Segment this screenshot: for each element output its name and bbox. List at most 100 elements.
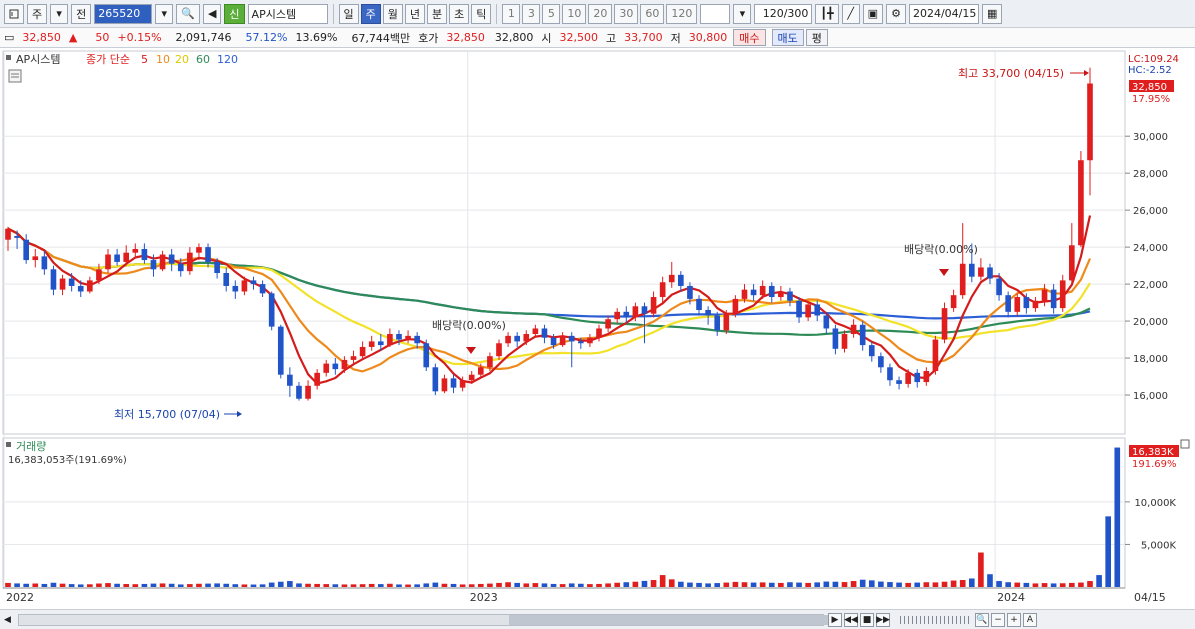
volume-bar (1050, 583, 1057, 587)
price-tick-label: 20,000 (1133, 317, 1168, 328)
chart-toggle-icon[interactable]: ▭ (0, 31, 18, 44)
candle-body (432, 367, 439, 392)
candle-body (514, 335, 520, 342)
candle-body (723, 313, 730, 331)
candle-body (314, 372, 320, 386)
buy-button[interactable]: 매수 (733, 29, 766, 46)
candle-type-icon[interactable]: ┃╋ (815, 3, 839, 24)
scroll-thumb[interactable] (509, 614, 839, 625)
period-tab-1[interactable]: 주 (360, 3, 381, 24)
volume-bar (841, 582, 848, 587)
candle-body (1078, 160, 1084, 246)
candle-body (559, 335, 566, 346)
period-tab-0[interactable]: 일 (338, 3, 359, 24)
volume-bar (514, 582, 520, 587)
close-pane-icon[interactable] (1180, 439, 1190, 449)
zoom-search-icon[interactable]: 🔍 (975, 612, 989, 627)
scroll-track[interactable] (18, 613, 839, 626)
count-button-1[interactable]: 1 (502, 3, 521, 24)
zoom-out-icon[interactable]: − (991, 612, 1005, 627)
candle-body (441, 378, 448, 392)
line-draw-icon[interactable]: ╱ (841, 3, 860, 24)
volume-bar (396, 584, 402, 587)
font-size-icon[interactable]: A (1023, 612, 1037, 627)
calendar-icon[interactable]: ▦ (981, 3, 1003, 24)
count-button-120[interactable]: 120 (666, 3, 698, 24)
volume-bar (641, 580, 648, 587)
zoom-in-icon[interactable]: + (1007, 612, 1021, 627)
period-tab-5[interactable]: 초 (449, 3, 470, 24)
count-dropdown-icon[interactable]: ▾ (733, 3, 752, 24)
search-icon[interactable]: 🔍 (176, 3, 200, 24)
period-tab-2[interactable]: 월 (382, 3, 403, 24)
volume-bar (659, 575, 666, 587)
forward-icon[interactable]: ▶▶ (876, 612, 890, 627)
candle-body (1041, 289, 1048, 301)
market-select[interactable]: 주 (27, 3, 48, 24)
low-annotation: 최저 15,700 (07/04) (114, 408, 220, 421)
candle-body (23, 239, 30, 261)
volume-bar (632, 581, 639, 587)
count-button-5[interactable]: 5 (542, 3, 561, 24)
sell-button[interactable]: 매도 (771, 29, 804, 46)
prefix-button[interactable]: 전 (71, 3, 92, 24)
candle-body (650, 297, 657, 314)
volume-bar (887, 582, 893, 587)
rewind-icon[interactable]: ◀◀ (844, 612, 858, 627)
volume-bar (105, 583, 111, 587)
bid-price-1: 32,850 (446, 31, 485, 44)
candle-body (932, 339, 939, 371)
candle-body (623, 311, 630, 318)
count-button-60[interactable]: 60 (640, 3, 665, 24)
ratio-1: 57.12% (245, 31, 288, 44)
volume-tick-label: 5,000K (1141, 540, 1177, 551)
volume-bar (96, 583, 102, 587)
period-tab-4[interactable]: 분 (427, 3, 448, 24)
volume-bar (1041, 583, 1048, 587)
candle-body (187, 252, 193, 272)
chart-scrollbar[interactable]: ◀ ▶ ◀◀ ■ ▶▶ 🔍 − + A (0, 609, 1195, 629)
candle-body (450, 378, 457, 388)
period-tab-3[interactable]: 년 (404, 3, 426, 24)
candle-body (377, 341, 384, 346)
lc-value: LC:109.24 (1128, 54, 1179, 65)
save-icon[interactable]: ▣ (862, 3, 884, 24)
speaker-icon[interactable]: ◀ (202, 3, 222, 24)
candle-body (787, 291, 793, 301)
bar-count-field[interactable]: 120/300 (754, 3, 813, 24)
count-button-30[interactable]: 30 (614, 3, 639, 24)
volume-bar (541, 583, 548, 587)
count-button-3[interactable]: 3 (522, 3, 541, 24)
speed-slider[interactable] (900, 615, 970, 624)
count-button-20[interactable]: 20 (588, 3, 613, 24)
quote-infobar: ▭ 32,850 ▲ 50 +0.15% 2,091,746 57.12% 13… (0, 28, 1195, 48)
scroll-left-icon[interactable]: ◀ (4, 615, 11, 625)
date-field[interactable]: 2024/04/15 (908, 3, 979, 24)
candle-body (978, 267, 984, 277)
price-volume-chart[interactable]: 16,000 18,000 20,000 22,000 24,000 26,000 28,0… (0, 49, 1195, 609)
next-icon[interactable]: ▶ (828, 612, 842, 627)
candle-body (232, 285, 239, 292)
grid-table-icon[interactable] (8, 69, 22, 83)
gear-icon[interactable]: ⚙ (886, 3, 906, 24)
volume-bar (587, 584, 593, 587)
volume-bar (650, 580, 657, 587)
volume-bar (1114, 447, 1121, 587)
volume-bar (778, 582, 784, 587)
candle-body (568, 335, 575, 342)
period-tab-6[interactable]: 틱 (471, 3, 492, 24)
candle-body (241, 280, 248, 292)
market-dropdown-icon[interactable]: ▾ (50, 3, 69, 24)
eval-button[interactable]: 평 (805, 29, 828, 46)
volume-bar (750, 582, 757, 587)
code-dropdown-icon[interactable]: ▾ (155, 3, 174, 24)
stock-code-input[interactable]: 265520 (94, 3, 153, 24)
count-button-10[interactable]: 10 (562, 3, 587, 24)
volume-bar (550, 583, 557, 587)
volume-bar (268, 582, 275, 587)
volume-bar (923, 582, 930, 587)
stop-icon[interactable]: ■ (860, 612, 874, 627)
custom-count-input[interactable] (700, 3, 731, 24)
candle-body (996, 278, 1002, 296)
chart-menu-icon[interactable] (4, 3, 24, 24)
